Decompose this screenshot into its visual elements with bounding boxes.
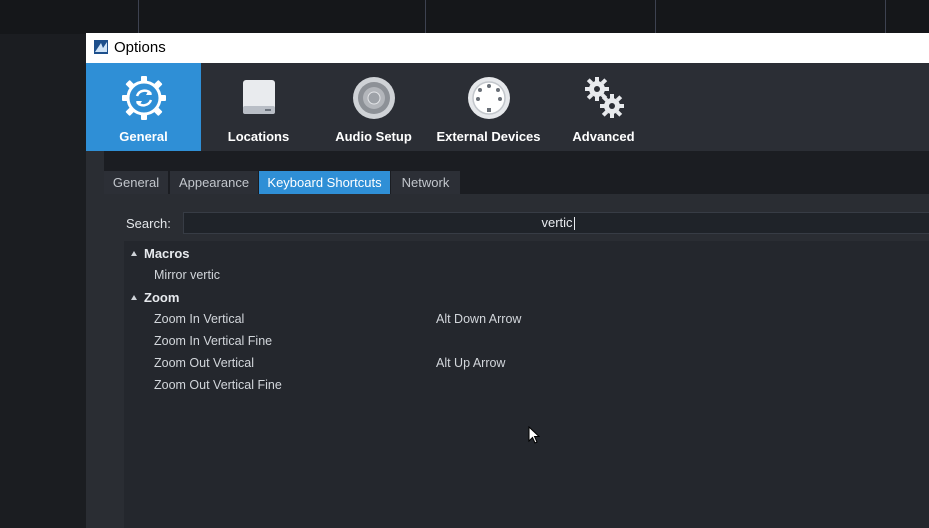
keyboard-shortcuts-panel: Search: vertic Macros Mirror vertic Zoom…	[104, 194, 929, 528]
group-zoom[interactable]: Zoom	[131, 290, 179, 305]
toolbar-label: External Devices	[436, 129, 541, 144]
tab-keyboard-shortcuts[interactable]: Keyboard Shortcuts	[259, 171, 390, 194]
options-window: Options General Locations Audio Setup Ex…	[86, 33, 929, 528]
search-input[interactable]: vertic	[183, 212, 929, 234]
group-label: Macros	[144, 246, 190, 261]
toolbar-label: Advanced	[572, 129, 635, 144]
midi-port-icon	[467, 77, 510, 119]
grid-line	[885, 0, 886, 34]
expand-triangle-icon[interactable]	[131, 295, 137, 300]
list-item[interactable]: Zoom In Vertical	[154, 312, 244, 326]
background-left	[0, 34, 86, 528]
list-item[interactable]: Mirror vertic	[154, 268, 220, 282]
toolbar-advanced[interactable]: Advanced	[546, 63, 661, 151]
hard-drive-icon	[242, 80, 275, 114]
tab-general[interactable]: General	[104, 171, 168, 194]
toolbar-label: Audio Setup	[335, 129, 412, 144]
toolbar-external-devices[interactable]: External Devices	[431, 63, 546, 151]
shortcut-key[interactable]: Alt Up Arrow	[436, 356, 505, 370]
background-canvas	[0, 0, 929, 34]
search-label: Search:	[126, 216, 171, 231]
list-item[interactable]: Zoom In Vertical Fine	[154, 334, 272, 348]
speaker-icon	[352, 77, 395, 119]
category-toolbar: General Locations Audio Setup External D…	[86, 63, 929, 151]
window-title: Options	[114, 39, 166, 56]
group-label: Zoom	[144, 290, 180, 305]
search-value: vertic	[541, 215, 573, 230]
grid-line	[655, 0, 656, 34]
options-content: General Appearance Keyboard Shortcuts Ne…	[104, 151, 929, 528]
title-bar[interactable]: Options	[86, 33, 929, 63]
expand-triangle-icon[interactable]	[131, 251, 137, 256]
text-caret	[573, 217, 575, 231]
list-item[interactable]: Zoom Out Vertical	[154, 356, 254, 370]
toolbar-label: Locations	[227, 129, 290, 144]
toolbar-locations[interactable]: Locations	[201, 63, 316, 151]
shortcut-key[interactable]: Alt Down Arrow	[436, 312, 521, 326]
toolbar-general[interactable]: General	[86, 63, 201, 151]
gears-icon	[584, 77, 624, 118]
toolbar-audio-setup[interactable]: Audio Setup	[316, 63, 431, 151]
list-item[interactable]: Zoom Out Vertical Fine	[154, 378, 282, 392]
tab-appearance[interactable]: Appearance	[170, 171, 258, 194]
shortcut-list: Macros Mirror vertic Zoom Zoom In Vertic…	[124, 241, 929, 528]
tab-network[interactable]: Network	[391, 171, 460, 194]
mouse-pointer-icon	[528, 426, 540, 444]
app-logo-icon	[94, 40, 108, 54]
grid-line	[425, 0, 426, 34]
toolbar-label: General	[119, 129, 168, 144]
group-macros[interactable]: Macros	[131, 246, 190, 261]
sync-gear-icon	[121, 76, 166, 120]
grid-line	[138, 0, 139, 34]
